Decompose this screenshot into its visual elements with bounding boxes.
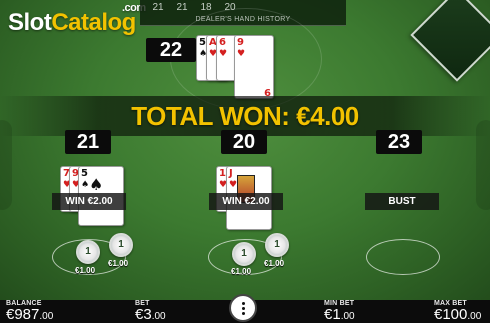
slotcatalog-logo: SlotCatalog .com — [8, 2, 146, 37]
chip-icon: 1 — [76, 240, 100, 264]
card-rank: 9 — [237, 37, 244, 48]
card-suit: ♥ — [237, 49, 246, 59]
total-won-text: TOTAL WON: €4.00 — [131, 101, 359, 131]
hand-result-badge: WIN €2.00 — [52, 193, 126, 210]
menu-dot — [242, 312, 245, 315]
hand-result-badge: BUST — [365, 193, 439, 210]
logo-main-text: Slot — [8, 9, 52, 36]
card-rank: 5 — [81, 168, 88, 179]
menu-dot — [242, 302, 245, 305]
betting-spot[interactable] — [366, 239, 440, 275]
card-suit: ♠ — [81, 180, 90, 190]
history-value: 21 — [152, 2, 164, 13]
chip-icon: 1 — [232, 242, 256, 266]
chip-icon: 1 — [265, 233, 289, 257]
hand-result-badge: WIN €2.00 — [209, 193, 283, 210]
dealer-card: 9 ♥ 9 — [234, 35, 274, 99]
chip-label: €1.00 — [108, 259, 129, 268]
min-bet-value: €1.00 — [324, 306, 355, 323]
bet-value: €3.00 — [135, 306, 166, 323]
card-suit: ♥ — [219, 49, 228, 59]
history-value: 21 — [176, 2, 188, 13]
max-bet-value: €100.00 — [434, 306, 481, 323]
bet-cents: .00 — [151, 311, 166, 322]
min-bet-amount: €1 — [324, 306, 341, 323]
hand-score: 23 — [376, 130, 422, 154]
chip-label: €1.00 — [75, 266, 96, 275]
chip-icon: 1 — [109, 233, 133, 257]
card-rank: 6 — [219, 37, 226, 48]
card-rank: J — [229, 168, 233, 179]
menu-dot — [242, 307, 245, 310]
blackjack-table: SlotCatalog .com 21 21 18 20 DEALER'S HA… — [0, 0, 490, 300]
chip-label: €1.00 — [264, 259, 285, 268]
max-bet-cents: .00 — [467, 311, 482, 322]
dealer-score: 22 — [146, 38, 196, 62]
card-suit-art: ♠ — [89, 175, 104, 194]
balance-amount: €987 — [6, 306, 40, 323]
bet-amount: €3 — [135, 306, 152, 323]
menu-dots-icon[interactable] — [229, 294, 257, 322]
card-rank: 5 — [199, 37, 206, 48]
chip-label: €1.00 — [231, 267, 252, 276]
hand-score: 21 — [65, 130, 111, 154]
balance-value: €987.00 — [6, 306, 53, 323]
card-shoe-icon — [410, 0, 490, 82]
card-suit: ♥ — [229, 180, 238, 190]
min-bet-cents: .00 — [340, 311, 355, 322]
max-bet-amount: €100 — [434, 306, 468, 323]
hand-score: 20 — [221, 130, 267, 154]
balance-cents: .00 — [39, 311, 54, 322]
